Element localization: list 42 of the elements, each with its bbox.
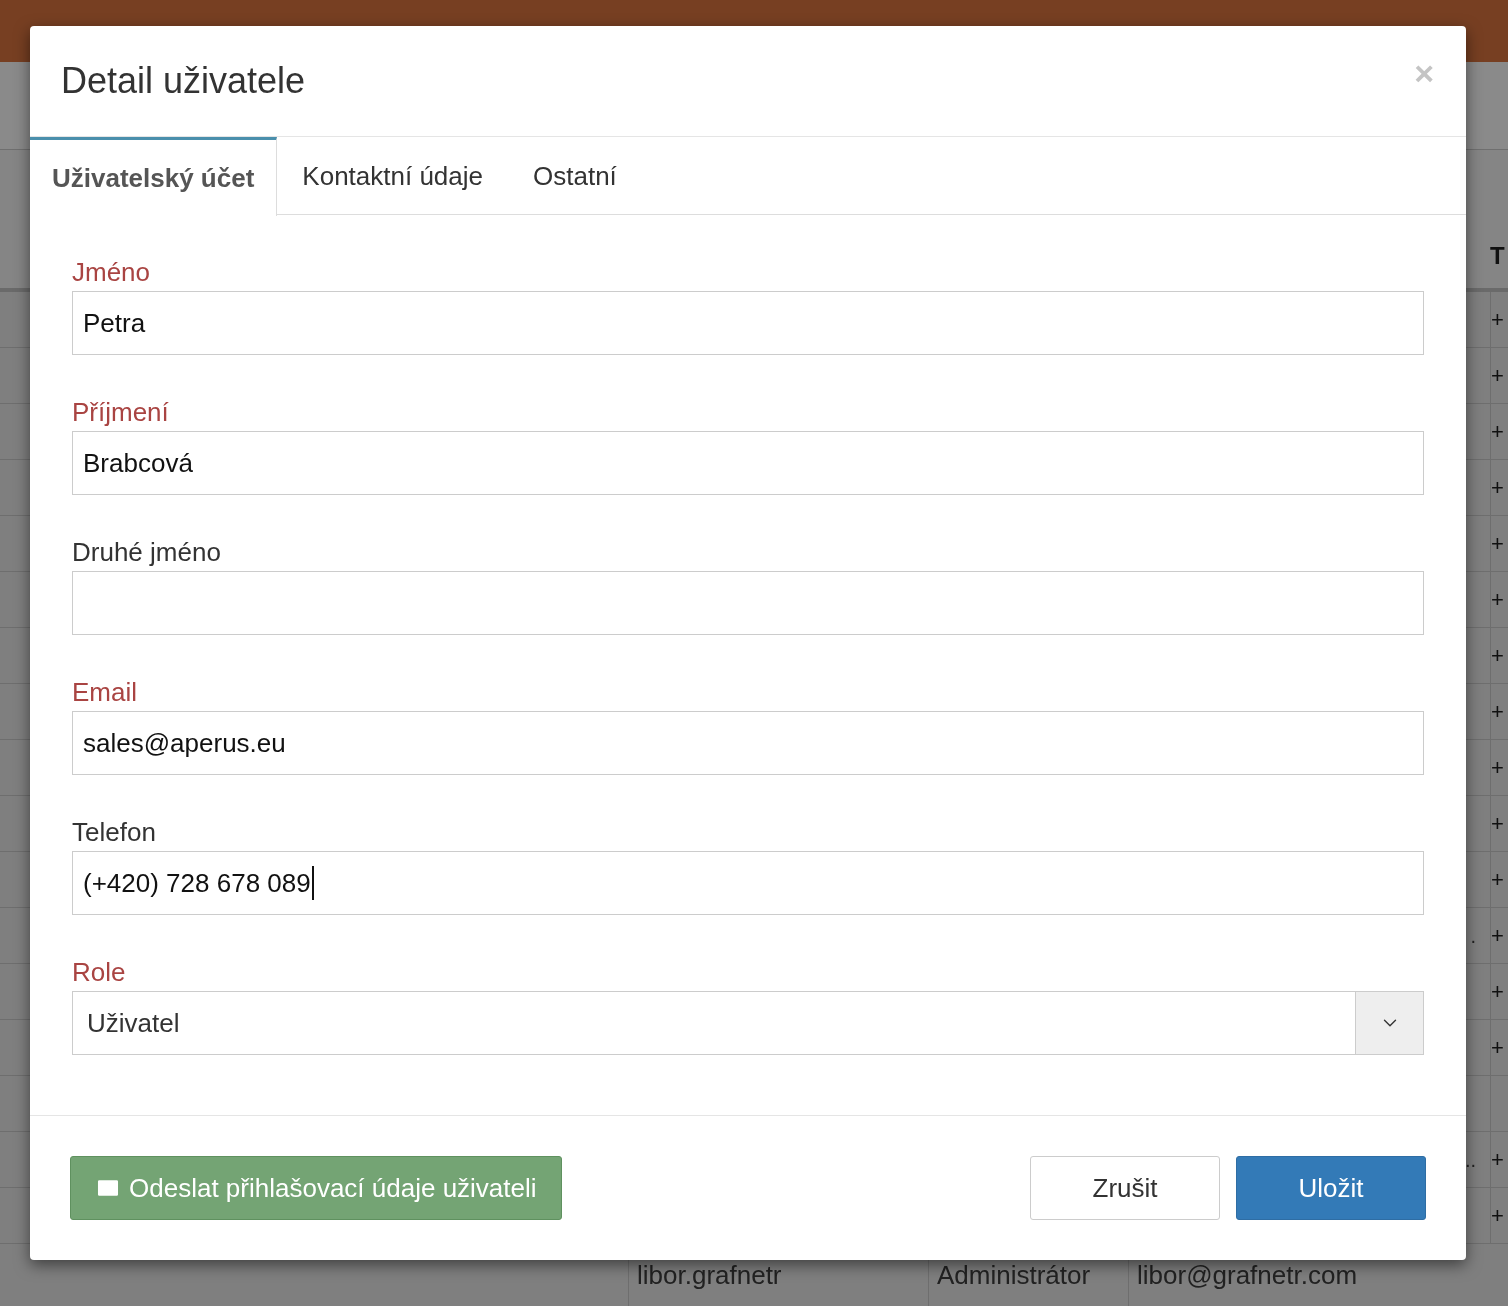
field-label: Jméno — [72, 256, 152, 289]
expand-sign[interactable]: + — [1491, 476, 1504, 499]
tab[interactable]: Kontaktní údaje — [277, 137, 509, 215]
expand-sign[interactable]: + — [1491, 756, 1504, 779]
input-field[interactable]: sales@aperus.eu — [72, 711, 1424, 775]
input-field[interactable]: Brabcová — [72, 431, 1424, 495]
field-label: Telefon — [72, 816, 157, 849]
column-header: T — [1490, 241, 1506, 271]
table-cell-text: Administrátor — [937, 1258, 1091, 1292]
expand-sign[interactable]: + — [1491, 644, 1504, 667]
send-credentials-button[interactable]: Odeslat přihlašovací údaje uživateli — [70, 1156, 562, 1220]
expand-sign[interactable]: + — [1491, 532, 1504, 555]
tab[interactable]: Ostatní — [508, 137, 642, 215]
input-field[interactable]: Petra — [72, 291, 1424, 355]
cut-text: . — [1470, 923, 1476, 949]
tab[interactable]: Uživatelský účet — [30, 137, 278, 216]
expand-sign[interactable]: + — [1491, 420, 1504, 443]
dialog-title: Detail uživatele — [61, 59, 306, 103]
input-field[interactable]: (+420) 728 678 089 — [72, 851, 1424, 915]
expand-sign[interactable]: + — [1491, 812, 1504, 835]
field-label: Příjmení — [72, 396, 170, 429]
table-cell-text: libor.grafnetr — [637, 1258, 782, 1292]
expand-sign[interactable]: + — [1491, 980, 1504, 1003]
expand-sign[interactable]: + — [1491, 588, 1504, 611]
expand-sign[interactable]: + — [1491, 1148, 1504, 1171]
field-label: Role — [72, 956, 127, 989]
expand-sign[interactable]: + — [1491, 308, 1504, 331]
role-select[interactable]: Uživatel — [72, 991, 1424, 1055]
input-field[interactable] — [72, 571, 1424, 635]
expand-sign[interactable]: + — [1491, 1204, 1504, 1227]
expand-sign[interactable]: + — [1491, 868, 1504, 891]
expand-sign[interactable]: + — [1491, 700, 1504, 723]
chevron-down-icon — [1355, 992, 1423, 1054]
expand-sign[interactable]: + — [1491, 364, 1504, 387]
dialog-button[interactable]: Zrušit — [1030, 1156, 1220, 1220]
dialog-button[interactable]: Uložit — [1236, 1156, 1426, 1220]
expand-sign[interactable]: + — [1491, 1036, 1504, 1059]
field-label: Email — [72, 676, 138, 709]
expand-sign[interactable]: + — [1491, 924, 1504, 947]
cut-text: .. — [1464, 1147, 1476, 1173]
table-cell-text: libor@grafnetr.com — [1137, 1258, 1358, 1292]
field-label: Druhé jméno — [72, 536, 222, 569]
